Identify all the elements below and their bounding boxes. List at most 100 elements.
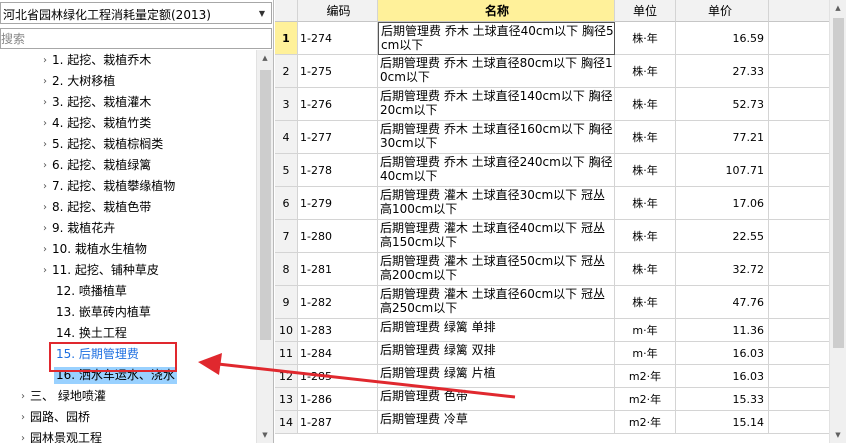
cell-code[interactable]: 1-285 xyxy=(298,365,378,388)
tree-item[interactable]: › 2. 大树移植 xyxy=(0,71,256,92)
row-index[interactable]: 4 xyxy=(275,121,298,154)
tree-item[interactable]: › 园路、园桥 xyxy=(0,407,256,428)
cell-unit[interactable]: 株·年 xyxy=(615,286,676,319)
cell-name[interactable]: 后期管理费 冷草 xyxy=(378,411,615,434)
tree-scrollbar[interactable]: ▲ ▼ xyxy=(256,50,273,443)
cell-price[interactable]: 27.33 xyxy=(676,55,769,88)
header-name[interactable]: 名称 xyxy=(378,0,615,22)
cell-price[interactable]: 16.03 xyxy=(676,342,769,365)
grid-scrollbar[interactable]: ▲ ▼ xyxy=(829,0,846,443)
cell-name[interactable]: 后期管理费 乔木 土球直径240cm以下 胸径40cm以下 xyxy=(378,154,615,187)
cell-code[interactable]: 1-274 xyxy=(298,22,378,55)
cell-code[interactable]: 1-275 xyxy=(298,55,378,88)
tree-item[interactable]: › 7. 起挖、栽植攀缘植物 xyxy=(0,176,256,197)
cell-unit[interactable]: m·年 xyxy=(615,319,676,342)
tree-item[interactable]: › 园林景观工程 xyxy=(0,428,256,443)
cell-unit[interactable]: 株·年 xyxy=(615,154,676,187)
cell-price[interactable]: 52.73 xyxy=(676,88,769,121)
chevron-right-icon[interactable]: › xyxy=(40,160,50,171)
cell-price[interactable]: 16.03 xyxy=(676,365,769,388)
row-index[interactable]: 10 xyxy=(275,319,298,342)
triangle-down-icon[interactable]: ▼ xyxy=(257,427,273,443)
tree-item[interactable]: › 10. 栽植水生植物 xyxy=(0,239,256,260)
tree-item[interactable]: › 5. 起挖、栽植棕榈类 xyxy=(0,134,256,155)
row-index[interactable]: 8 xyxy=(275,253,298,286)
cell-code[interactable]: 1-284 xyxy=(298,342,378,365)
chevron-right-icon[interactable]: › xyxy=(40,244,50,255)
row-index[interactable]: 6 xyxy=(275,187,298,220)
quota-library-select[interactable]: 河北省园林绿化工程消耗量定额(2013) ▼ xyxy=(0,2,272,24)
cell-code[interactable]: 1-283 xyxy=(298,319,378,342)
tree-item[interactable]: › 三、 绿地喷灌 xyxy=(0,386,256,407)
cell-price[interactable]: 15.33 xyxy=(676,388,769,411)
cell-price[interactable]: 107.71 xyxy=(676,154,769,187)
cell-unit[interactable]: 株·年 xyxy=(615,88,676,121)
chevron-right-icon[interactable]: › xyxy=(40,55,50,66)
chevron-right-icon[interactable]: › xyxy=(40,181,50,192)
cell-name[interactable]: 后期管理费 绿篱 双排 xyxy=(378,342,615,365)
cell-code[interactable]: 1-276 xyxy=(298,88,378,121)
row-index[interactable]: 2 xyxy=(275,55,298,88)
chevron-right-icon[interactable]: › xyxy=(40,76,50,87)
grid-scroll-thumb[interactable] xyxy=(833,18,844,348)
header-unit[interactable]: 单位 xyxy=(615,0,676,22)
cell-name[interactable]: 后期管理费 灌木 土球直径30cm以下 冠丛高100cm以下 xyxy=(378,187,615,220)
row-index[interactable]: 13 xyxy=(275,388,298,411)
triangle-down-icon[interactable]: ▼ xyxy=(830,427,846,443)
tree-item[interactable]: 12. 喷播植草 xyxy=(0,281,256,302)
cell-unit[interactable]: 株·年 xyxy=(615,187,676,220)
chevron-right-icon[interactable]: › xyxy=(40,202,50,213)
cell-name[interactable]: 后期管理费 绿篱 片植 xyxy=(378,365,615,388)
cell-price[interactable]: 11.36 xyxy=(676,319,769,342)
tree-item[interactable]: › 6. 起挖、栽植绿篱 xyxy=(0,155,256,176)
cell-code[interactable]: 1-287 xyxy=(298,411,378,434)
row-index[interactable]: 12 xyxy=(275,365,298,388)
row-index[interactable]: 14 xyxy=(275,411,298,434)
row-index[interactable]: 5 xyxy=(275,154,298,187)
cell-unit[interactable]: 株·年 xyxy=(615,220,676,253)
cell-code[interactable]: 1-277 xyxy=(298,121,378,154)
tree-item[interactable]: › 9. 栽植花卉 xyxy=(0,218,256,239)
chevron-right-icon[interactable]: › xyxy=(18,433,28,443)
cell-unit[interactable]: m2·年 xyxy=(615,365,676,388)
chevron-right-icon[interactable]: › xyxy=(40,97,50,108)
cell-unit[interactable]: 株·年 xyxy=(615,121,676,154)
cell-name[interactable]: 后期管理费 乔木 土球直径140cm以下 胸径20cm以下 xyxy=(378,88,615,121)
cell-code[interactable]: 1-279 xyxy=(298,187,378,220)
header-price[interactable]: 单价 xyxy=(676,0,769,22)
search-input[interactable] xyxy=(1,29,271,48)
search-field[interactable] xyxy=(0,28,272,49)
cell-price[interactable]: 32.72 xyxy=(676,253,769,286)
cell-name[interactable]: 后期管理费 灌木 土球直径60cm以下 冠丛高250cm以下 xyxy=(378,286,615,319)
cell-unit[interactable]: m2·年 xyxy=(615,388,676,411)
tree-item[interactable]: › 1. 起挖、栽植乔木 xyxy=(0,50,256,71)
row-index[interactable]: 11 xyxy=(275,342,298,365)
tree-item[interactable]: › 8. 起挖、栽植色带 xyxy=(0,197,256,218)
cell-name[interactable]: 后期管理费 绿篱 单排 xyxy=(378,319,615,342)
chevron-down-icon[interactable]: ▼ xyxy=(253,3,271,23)
cell-name[interactable]: 后期管理费 灌木 土球直径40cm以下 冠丛高150cm以下 xyxy=(378,220,615,253)
row-index[interactable]: 9 xyxy=(275,286,298,319)
row-index[interactable]: 7 xyxy=(275,220,298,253)
cell-unit[interactable]: 株·年 xyxy=(615,55,676,88)
cell-price[interactable]: 47.76 xyxy=(676,286,769,319)
cell-name[interactable]: 后期管理费 乔木 土球直径160cm以下 胸径30cm以下 xyxy=(378,121,615,154)
cell-code[interactable]: 1-286 xyxy=(298,388,378,411)
cell-name[interactable]: 后期管理费 乔木 土球直径80cm以下 胸径10cm以下 xyxy=(378,55,615,88)
tree-item[interactable]: 13. 嵌草砖内植草 xyxy=(0,302,256,323)
cell-code[interactable]: 1-282 xyxy=(298,286,378,319)
cell-unit[interactable]: 株·年 xyxy=(615,22,676,55)
cell-price[interactable]: 16.59 xyxy=(676,22,769,55)
chevron-right-icon[interactable]: › xyxy=(40,265,50,276)
cell-unit[interactable]: m2·年 xyxy=(615,411,676,434)
chevron-right-icon[interactable]: › xyxy=(40,118,50,129)
cell-code[interactable]: 1-278 xyxy=(298,154,378,187)
triangle-up-icon[interactable]: ▲ xyxy=(830,0,846,16)
cell-name[interactable]: 后期管理费 乔木 土球直径40cm以下 胸径5cm以下 xyxy=(378,22,615,55)
row-index[interactable]: 1 xyxy=(275,22,298,55)
row-index[interactable]: 3 xyxy=(275,88,298,121)
tree-item[interactable]: 14. 换土工程 xyxy=(0,323,256,344)
cell-name[interactable]: 后期管理费 灌木 土球直径50cm以下 冠丛高200cm以下 xyxy=(378,253,615,286)
chevron-right-icon[interactable]: › xyxy=(40,223,50,234)
chevron-right-icon[interactable]: › xyxy=(40,139,50,150)
